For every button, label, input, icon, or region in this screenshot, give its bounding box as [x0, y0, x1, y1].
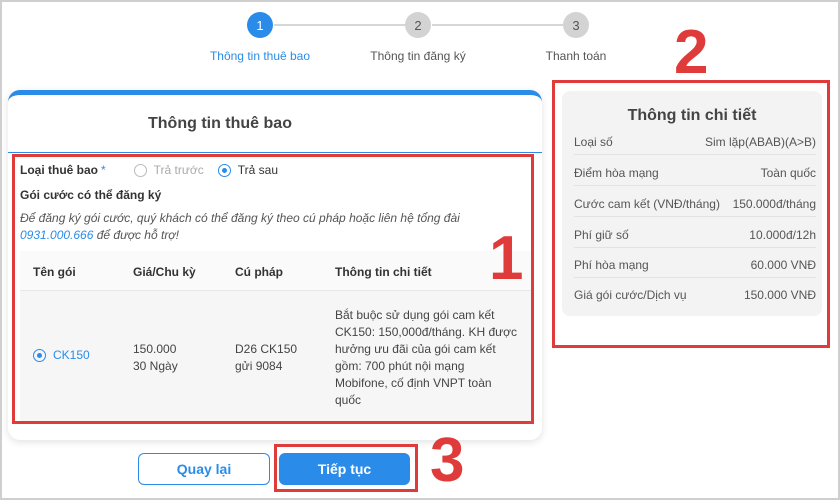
step-3[interactable]: 3 Thanh toán	[506, 12, 646, 63]
step-2-label: Thông tin đăng ký	[370, 49, 466, 63]
step-3-number: 3	[563, 12, 589, 38]
step-3-label: Thanh toán	[545, 49, 607, 63]
progress-stepper: 1 Thông tin thuê bao 2 Thông tin đăng ký…	[200, 12, 640, 72]
highlight-box-1	[12, 154, 534, 424]
highlight-box-2	[552, 80, 830, 348]
step-1-number: 1	[247, 12, 273, 38]
subscriber-card-title: Thông tin thuê bao	[148, 115, 292, 132]
back-button[interactable]: Quay lại	[138, 453, 270, 485]
title-divider	[8, 152, 542, 153]
annotation-number-3: 3	[430, 426, 465, 495]
annotation-number-2: 2	[674, 18, 709, 87]
annotation-number-1: 1	[489, 224, 524, 293]
step-1[interactable]: 1 Thông tin thuê bao	[190, 12, 330, 63]
step-2-number: 2	[405, 12, 431, 38]
highlight-box-3	[274, 444, 418, 492]
step-1-label: Thông tin thuê bao	[209, 49, 311, 63]
step-2[interactable]: 2 Thông tin đăng ký	[348, 12, 488, 63]
